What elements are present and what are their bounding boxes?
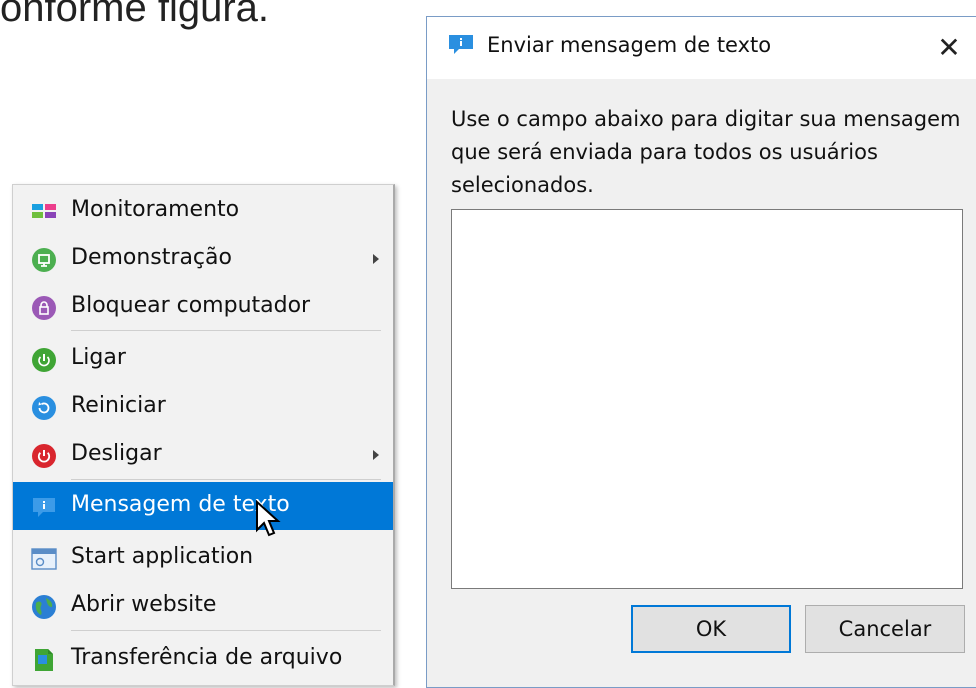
submenu-arrow-icon [373, 450, 379, 460]
context-menu: Monitoramento Demonstração Bloquear comp… [12, 184, 395, 686]
globe-icon [32, 595, 56, 619]
file-transfer-icon [35, 649, 53, 671]
power-on-icon [32, 348, 56, 372]
menu-item-label: Desligar [71, 441, 162, 466]
menu-item-reiniciar[interactable]: Reiniciar [13, 383, 393, 431]
menu-separator [71, 330, 381, 331]
mouse-cursor-icon [256, 500, 281, 537]
menu-item-demonstracao[interactable]: Demonstração [13, 235, 393, 283]
restart-icon [32, 396, 56, 420]
menu-item-abrir-website[interactable]: Abrir website [13, 582, 393, 630]
menu-item-label: Ligar [71, 345, 126, 370]
document-text: conforme figura. [0, 0, 270, 30]
monitor-grid-icon [32, 204, 56, 218]
dialog-title: Enviar mensagem de texto [487, 33, 772, 57]
dialog-description: Use o campo abaixo para digitar sua mens… [451, 107, 961, 197]
dialog-titlebar[interactable]: Enviar mensagem de texto ✕ [427, 17, 976, 79]
menu-item-bloquear[interactable]: Bloquear computador [13, 283, 393, 331]
menu-item-label: Reiniciar [71, 393, 166, 418]
menu-separator [71, 630, 381, 631]
menu-item-label: Bloquear computador [71, 293, 311, 318]
lock-icon [32, 296, 56, 320]
power-off-icon [32, 444, 56, 468]
menu-item-label: Demonstração [71, 245, 232, 270]
menu-item-label: Start application [71, 544, 254, 569]
ok-button[interactable]: OK [631, 605, 791, 653]
close-icon[interactable]: ✕ [927, 27, 971, 69]
send-message-dialog: Enviar mensagem de texto ✕ Use o campo a… [426, 16, 976, 688]
message-icon [449, 35, 473, 54]
menu-separator [71, 479, 381, 480]
menu-item-label: Transferência de arquivo [71, 645, 343, 670]
cancel-button[interactable]: Cancelar [805, 605, 965, 653]
menu-item-transferencia[interactable]: Transferência de arquivo [13, 635, 393, 683]
menu-item-label: Abrir website [71, 592, 217, 617]
menu-item-label: Monitoramento [71, 197, 240, 222]
menu-item-desligar[interactable]: Desligar [13, 431, 393, 479]
menu-item-ligar[interactable]: Ligar [13, 335, 393, 383]
menu-item-monitoramento[interactable]: Monitoramento [13, 187, 393, 235]
menu-item-mensagem[interactable]: Mensagem de texto [13, 482, 393, 530]
submenu-arrow-icon [373, 254, 379, 264]
menu-item-start-application[interactable]: Start application [13, 534, 393, 582]
message-icon [33, 498, 55, 517]
presentation-icon [32, 248, 56, 272]
message-textarea[interactable] [451, 209, 963, 589]
application-icon [31, 548, 57, 570]
